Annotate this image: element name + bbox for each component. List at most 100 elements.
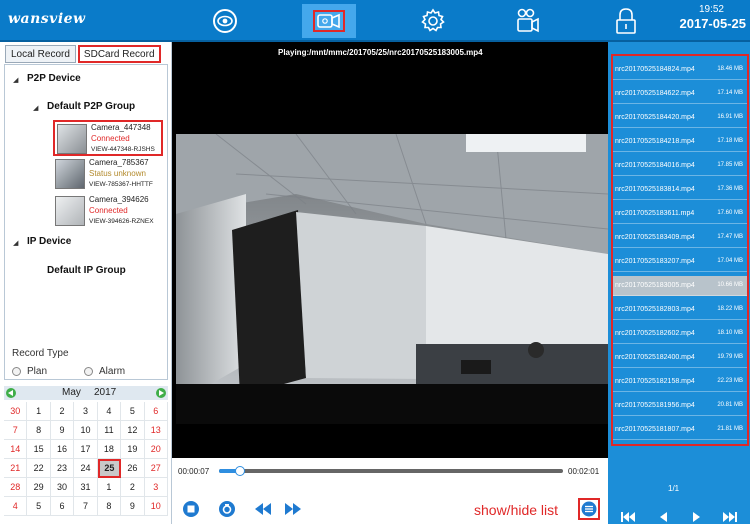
calendar-day[interactable]: 9 xyxy=(50,421,75,440)
progress-knob[interactable] xyxy=(234,466,245,476)
calendar-day[interactable]: 12 xyxy=(121,421,145,440)
record-tabs: Local Record SDCard Record xyxy=(5,45,163,63)
video-viewport[interactable]: Playing:/mnt/mmc/201705/25/nrc2017052518… xyxy=(172,42,608,458)
calendar-day[interactable]: 2 xyxy=(121,478,145,497)
file-row[interactable]: nrc20170525183207.mp4 17.04 MB xyxy=(613,252,747,272)
camera-item[interactable]: Camera_394626 Connected VIEW-394626-RZNE… xyxy=(53,194,163,230)
file-size: 17.47 MB xyxy=(717,234,743,240)
radio-plan[interactable]: Plan xyxy=(12,366,47,377)
camera-item[interactable]: Camera_447348 Connected VIEW-447348-RJSH… xyxy=(53,120,163,156)
file-row[interactable]: nrc20170525182158.mp4 22.23 MB xyxy=(613,372,747,392)
tree-p2p-device[interactable]: P2P Device xyxy=(27,73,81,84)
camera-thumbnail xyxy=(55,159,85,189)
calendar-day[interactable]: 3 xyxy=(74,402,98,421)
prev-month-icon[interactable] xyxy=(6,388,16,398)
calendar-day[interactable]: 29 xyxy=(27,478,51,497)
calendar-day[interactable]: 30 xyxy=(50,478,75,497)
calendar-day[interactable]: 21 xyxy=(4,459,28,478)
calendar-day[interactable]: 3 xyxy=(144,478,168,497)
nav-devices-button[interactable] xyxy=(500,4,554,38)
stop-button[interactable] xyxy=(182,500,200,518)
calendar-day[interactable]: 8 xyxy=(27,421,51,440)
calendar-day[interactable]: 13 xyxy=(144,421,168,440)
calendar-day[interactable]: 18 xyxy=(97,440,122,459)
tab-local-record[interactable]: Local Record xyxy=(5,45,76,63)
calendar-day[interactable]: 5 xyxy=(27,497,51,516)
calendar-day[interactable]: 4 xyxy=(97,402,122,421)
last-page-button[interactable] xyxy=(722,510,738,524)
calendar-day[interactable]: 11 xyxy=(97,421,122,440)
calendar-day[interactable]: 26 xyxy=(121,459,145,478)
prev-page-button[interactable] xyxy=(658,510,668,524)
calendar-day[interactable]: 5 xyxy=(121,402,145,421)
file-row[interactable]: nrc20170525184824.mp4 18.46 MB xyxy=(613,60,747,80)
row-divider xyxy=(613,223,747,224)
tree-ip-group[interactable]: Default IP Group xyxy=(47,265,126,276)
calendar-day[interactable]: 20 xyxy=(144,440,168,459)
nav-lock-button[interactable] xyxy=(606,4,646,38)
next-page-button[interactable] xyxy=(692,510,702,524)
file-row[interactable]: nrc20170525184420.mp4 16.91 MB xyxy=(613,108,747,128)
file-name: nrc20170525183207.mp4 xyxy=(615,258,695,265)
left-panel: Local Record SDCard Record ◢ P2P Device … xyxy=(0,42,172,524)
progress-bar[interactable] xyxy=(219,466,563,476)
file-row[interactable]: nrc20170525184622.mp4 17.14 MB xyxy=(613,84,747,104)
first-page-icon xyxy=(621,512,635,522)
file-row[interactable]: nrc20170525183409.mp4 17.47 MB xyxy=(613,228,747,248)
calendar-day[interactable]: 16 xyxy=(50,440,75,459)
calendar-day[interactable]: 24 xyxy=(74,459,98,478)
file-row[interactable]: nrc20170525184218.mp4 17.18 MB xyxy=(613,132,747,152)
calendar-day[interactable]: 17 xyxy=(74,440,98,459)
file-row[interactable]: nrc20170525183611.mp4 17.60 MB xyxy=(613,204,747,224)
calendar-day[interactable]: 1 xyxy=(97,478,122,497)
calendar-day[interactable]: 6 xyxy=(50,497,75,516)
calendar-day[interactable]: 7 xyxy=(4,421,28,440)
nav-playback-button[interactable] xyxy=(302,4,356,38)
clock: 19:52 2017-05-25 xyxy=(662,4,747,33)
app-window: wansview 19:52 2017-05-25 Local Record S… xyxy=(0,0,750,524)
nav-settings-button[interactable] xyxy=(406,4,460,38)
file-row[interactable]: nrc20170525182400.mp4 19.79 MB xyxy=(613,348,747,368)
file-row[interactable]: nrc20170525181807.mp4 21.81 MB xyxy=(613,420,747,440)
collapse-caret-icon[interactable]: ◢ xyxy=(13,76,18,84)
tab-sdcard-record[interactable]: SDCard Record xyxy=(77,45,161,63)
calendar-day[interactable]: 1 xyxy=(27,402,51,421)
calendar-day[interactable]: 23 xyxy=(50,459,75,478)
calendar-day[interactable]: 15 xyxy=(27,440,51,459)
fast-forward-button[interactable] xyxy=(284,500,302,518)
calendar-day[interactable]: 9 xyxy=(121,497,145,516)
snapshot-button[interactable] xyxy=(218,500,236,518)
calendar-day[interactable]: 7 xyxy=(74,497,98,516)
calendar-day[interactable]: 14 xyxy=(4,440,28,459)
file-row[interactable]: nrc20170525181956.mp4 20.81 MB xyxy=(613,396,747,416)
calendar-day[interactable]: 19 xyxy=(121,440,145,459)
calendar-day[interactable]: 31 xyxy=(74,478,98,497)
calendar-day[interactable]: 30 xyxy=(4,402,28,421)
file-row[interactable]: nrc20170525184016.mp4 17.85 MB xyxy=(613,156,747,176)
camera-item[interactable]: Camera_785367 Status unknown VIEW-785367… xyxy=(53,157,163,193)
collapse-caret-icon[interactable]: ◢ xyxy=(33,104,38,112)
next-month-icon[interactable] xyxy=(156,388,166,398)
toggle-list-button[interactable] xyxy=(578,498,600,520)
first-page-button[interactable] xyxy=(620,510,636,524)
calendar-day[interactable]: 25 xyxy=(97,459,122,478)
file-row[interactable]: nrc20170525183814.mp4 17.36 MB xyxy=(613,180,747,200)
calendar-day[interactable]: 10 xyxy=(144,497,168,516)
nav-live-view-button[interactable] xyxy=(198,4,252,38)
radio-alarm[interactable]: Alarm xyxy=(84,366,125,377)
calendar-day[interactable]: 6 xyxy=(144,402,168,421)
tree-p2p-group[interactable]: Default P2P Group xyxy=(47,101,135,112)
calendar-day[interactable]: 27 xyxy=(144,459,168,478)
collapse-caret-icon[interactable]: ◢ xyxy=(13,239,18,247)
rewind-button[interactable] xyxy=(254,500,272,518)
file-row[interactable]: nrc20170525182602.mp4 18.10 MB xyxy=(613,324,747,344)
file-row[interactable]: nrc20170525183005.mp4 10.66 MB xyxy=(613,276,747,296)
calendar-day[interactable]: 2 xyxy=(50,402,75,421)
calendar-day[interactable]: 28 xyxy=(4,478,28,497)
calendar-day[interactable]: 10 xyxy=(74,421,98,440)
calendar-day[interactable]: 8 xyxy=(97,497,122,516)
calendar-day[interactable]: 4 xyxy=(4,497,28,516)
file-row[interactable]: nrc20170525182803.mp4 18.22 MB xyxy=(613,300,747,320)
tree-ip-device[interactable]: IP Device xyxy=(27,236,71,247)
calendar-day[interactable]: 22 xyxy=(27,459,51,478)
